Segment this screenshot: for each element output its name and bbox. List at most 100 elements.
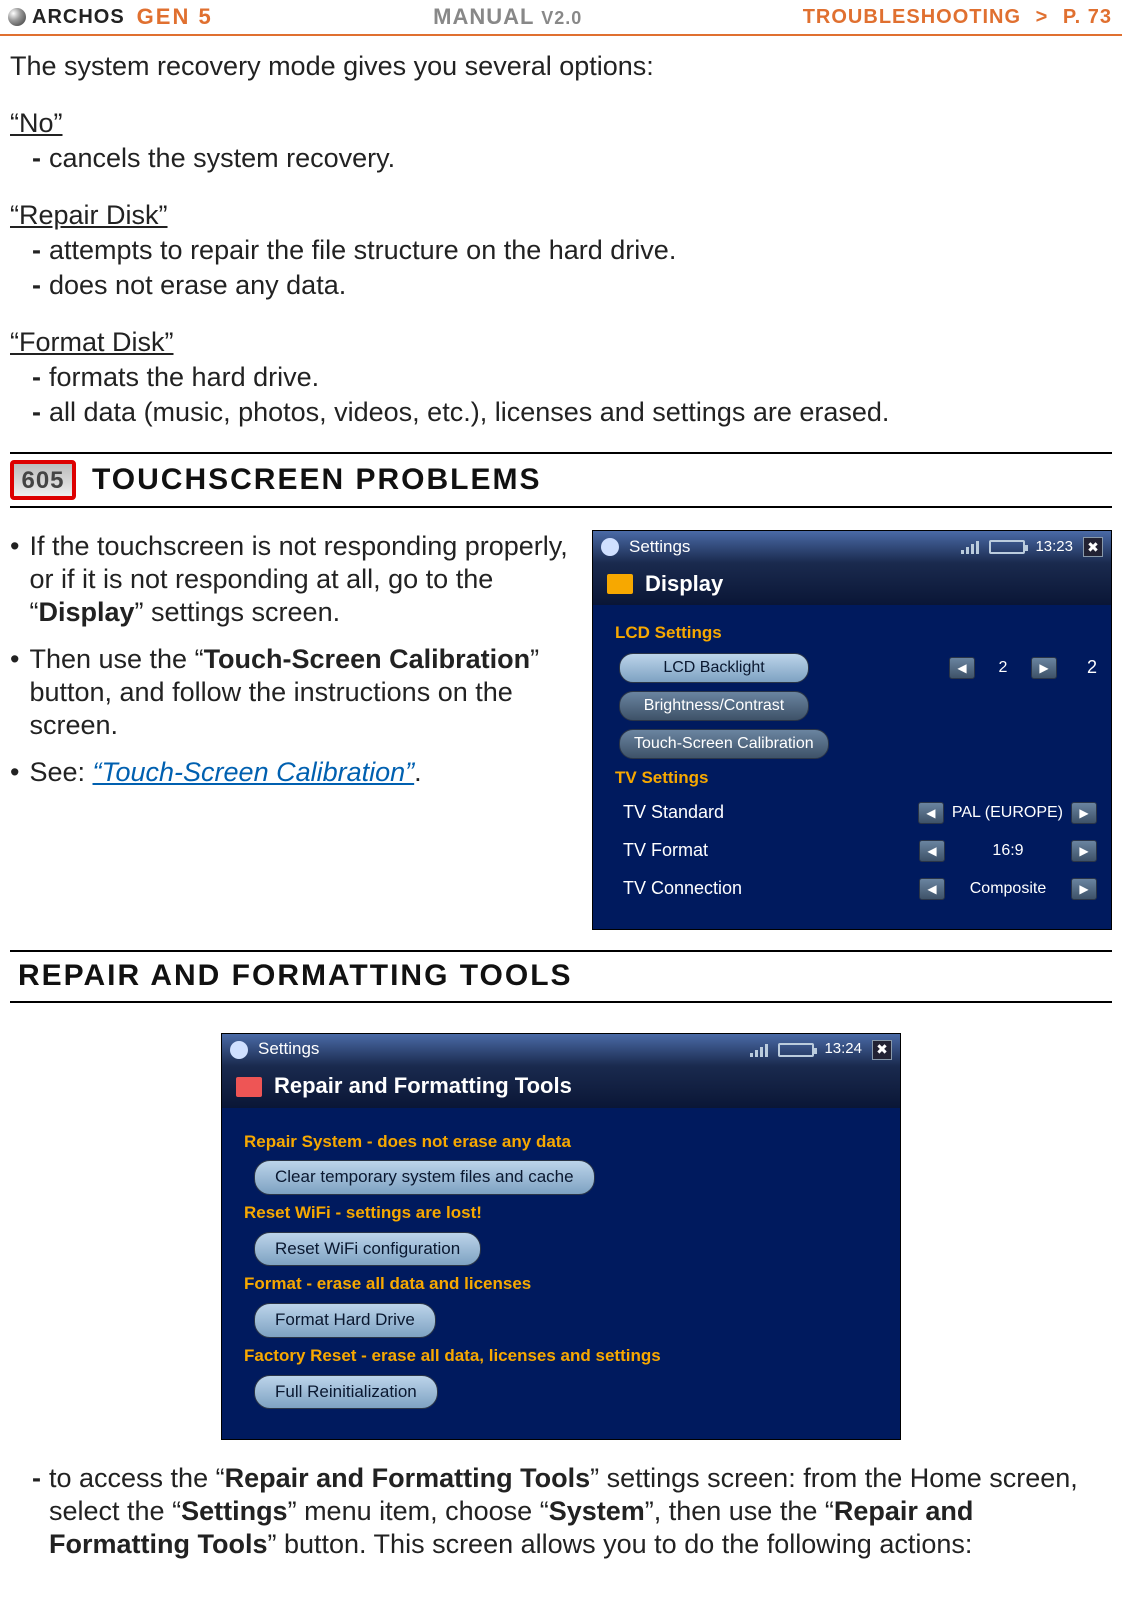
prev-button[interactable]: ◀ xyxy=(919,840,945,862)
section-repair-heading: REPAIR AND FORMATTING TOOLS xyxy=(10,950,1112,1003)
t: System xyxy=(549,1496,645,1526)
battery-icon xyxy=(778,1043,814,1057)
intro-text: The system recovery mode gives you sever… xyxy=(10,50,1112,83)
decrease-button[interactable]: ◀ xyxy=(949,657,975,679)
footer-instruction: - to access the “Repair and Formatting T… xyxy=(32,1462,1112,1561)
bullet-icon xyxy=(10,756,19,789)
panel-title-text: Display xyxy=(645,571,723,598)
display-icon xyxy=(607,574,633,594)
breadcrumb-section: TROUBLESHOOTING xyxy=(803,6,1021,28)
battery-icon xyxy=(989,540,1025,554)
option-title: “Repair Disk” xyxy=(10,199,1112,232)
list-item: If the touchscreen is not responding pro… xyxy=(10,530,568,629)
panel-title-text: Repair and Formatting Tools xyxy=(274,1073,572,1100)
section-touchscreen-heading: 605 TOUCHSCREEN PROBLEMS xyxy=(10,452,1112,508)
format-hd-button[interactable]: Format Hard Drive xyxy=(254,1303,436,1338)
breadcrumb: TROUBLESHOOTING > P. 73 xyxy=(803,6,1112,29)
row-touch-calibration: Touch-Screen Calibration xyxy=(619,728,1097,760)
clock: 13:24 xyxy=(824,1040,862,1058)
t: ” settings screen. xyxy=(135,597,341,627)
manual-version: V2.0 xyxy=(541,8,582,28)
list-item: - all data (music, photos, videos, etc.)… xyxy=(32,396,1112,429)
group-label: Repair System - does not erase any data xyxy=(244,1132,880,1153)
row-tv-connection: TV Connection ◀ Composite ▶ xyxy=(619,873,1097,905)
list-text: does not erase any data. xyxy=(49,269,346,302)
lcd-backlight-level: 2 xyxy=(1087,657,1097,679)
list-item: - attempts to repair the file structure … xyxy=(32,234,1112,267)
row-brightness-contrast: Brightness/Contrast xyxy=(619,690,1097,722)
t: Display xyxy=(38,597,134,627)
tv-connection-value: Composite xyxy=(953,879,1063,899)
t: . xyxy=(414,757,422,787)
brightness-contrast-button[interactable]: Brightness/Contrast xyxy=(619,691,809,721)
list-text: formats the hard drive. xyxy=(49,361,319,394)
close-button[interactable]: ✖ xyxy=(1083,537,1103,557)
increase-button[interactable]: ▶ xyxy=(1031,657,1057,679)
section-title: REPAIR AND FORMATTING TOOLS xyxy=(18,958,573,995)
dash-icon: - xyxy=(32,142,41,175)
group-label: Factory Reset - erase all data, licenses… xyxy=(244,1346,880,1367)
touch-calibration-button[interactable]: Touch-Screen Calibration xyxy=(619,729,829,759)
group-label: Reset WiFi - settings are lost! xyxy=(244,1203,880,1224)
t: Then use the “ xyxy=(29,644,203,674)
lcd-backlight-value: 2 xyxy=(983,658,1023,678)
group-label: Format - erase all data and licenses xyxy=(244,1274,880,1295)
list-text: attempts to repair the file structure on… xyxy=(49,234,676,267)
option-format-disk: “Format Disk” - formats the hard drive. … xyxy=(10,326,1112,429)
device-screenshot-repair: Settings 13:24 ✖ Repair and Formatting T… xyxy=(221,1033,901,1441)
dash-icon: - xyxy=(32,269,41,302)
brand-text: ARCHOS xyxy=(32,6,125,29)
tv-standard-value: PAL (EUROPE) xyxy=(952,803,1063,823)
row-lcd-backlight: LCD Backlight ◀ 2 ▶ 2 xyxy=(619,652,1097,684)
list-item: Then use the “Touch-Screen Calibration” … xyxy=(10,643,568,742)
prev-button[interactable]: ◀ xyxy=(919,878,945,900)
t: ”, then use the “ xyxy=(645,1496,834,1526)
clear-temp-button[interactable]: Clear temporary system files and cache xyxy=(254,1160,595,1195)
titlebar-label: Settings xyxy=(629,537,951,558)
reset-wifi-button[interactable]: Reset WiFi configuration xyxy=(254,1232,481,1267)
next-button[interactable]: ▶ xyxy=(1071,802,1097,824)
prev-button[interactable]: ◀ xyxy=(918,802,944,824)
next-button[interactable]: ▶ xyxy=(1071,840,1097,862)
brand-block: ARCHOS xyxy=(8,6,125,29)
option-title: “No” xyxy=(10,107,1112,140)
list-item: - cancels the system recovery. xyxy=(32,142,1112,175)
t: See: xyxy=(29,757,92,787)
row-tv-standard: TV Standard ◀ PAL (EUROPE) ▶ xyxy=(619,797,1097,829)
section-label: LCD Settings xyxy=(615,623,1097,644)
lcd-backlight-button[interactable]: LCD Backlight xyxy=(619,653,809,683)
signal-icon xyxy=(961,540,979,554)
t: ” button. This screen allows you to do t… xyxy=(267,1529,972,1559)
manual-label: MANUAL V2.0 xyxy=(213,4,803,30)
dash-icon: - xyxy=(32,396,41,429)
t: Repair and Formatting Tools xyxy=(225,1463,591,1493)
panel-title: Display xyxy=(593,563,1111,605)
device-titlebar: Settings 13:24 ✖ xyxy=(222,1034,900,1066)
section-title: TOUCHSCREEN PROBLEMS xyxy=(92,462,541,499)
row-label: TV Connection xyxy=(623,878,773,900)
t: to access the “ xyxy=(49,1463,225,1493)
footer-text: to access the “Repair and Formatting Too… xyxy=(49,1462,1112,1561)
next-button[interactable]: ▶ xyxy=(1071,878,1097,900)
tools-icon xyxy=(236,1077,262,1097)
row-tv-format: TV Format ◀ 16:9 ▶ xyxy=(619,835,1097,867)
gen5-label: GEN 5 xyxy=(137,4,213,30)
signal-icon xyxy=(750,1043,768,1057)
list-text: If the touchscreen is not responding pro… xyxy=(29,530,568,629)
panel-title: Repair and Formatting Tools xyxy=(222,1066,900,1108)
list-item: - does not erase any data. xyxy=(32,269,1112,302)
dash-icon: - xyxy=(32,234,41,267)
full-reinit-button[interactable]: Full Reinitialization xyxy=(254,1375,438,1410)
close-button[interactable]: ✖ xyxy=(872,1040,892,1060)
page-header: ARCHOS GEN 5 MANUAL V2.0 TROUBLESHOOTING… xyxy=(0,0,1122,36)
touch-bullets: If the touchscreen is not responding pro… xyxy=(10,530,568,929)
gear-icon xyxy=(601,538,619,556)
t: Settings xyxy=(181,1496,288,1526)
model-badge-605: 605 xyxy=(10,460,76,500)
list-item: See: “Touch-Screen Calibration”. xyxy=(10,756,568,789)
tv-format-value: 16:9 xyxy=(953,841,1063,861)
bullet-icon xyxy=(10,530,19,629)
section-label: TV Settings xyxy=(615,768,1097,789)
device-screenshot-display: Settings 13:23 ✖ Display LCD Settings LC… xyxy=(592,530,1112,929)
calibration-link[interactable]: “Touch-Screen Calibration” xyxy=(93,757,415,787)
